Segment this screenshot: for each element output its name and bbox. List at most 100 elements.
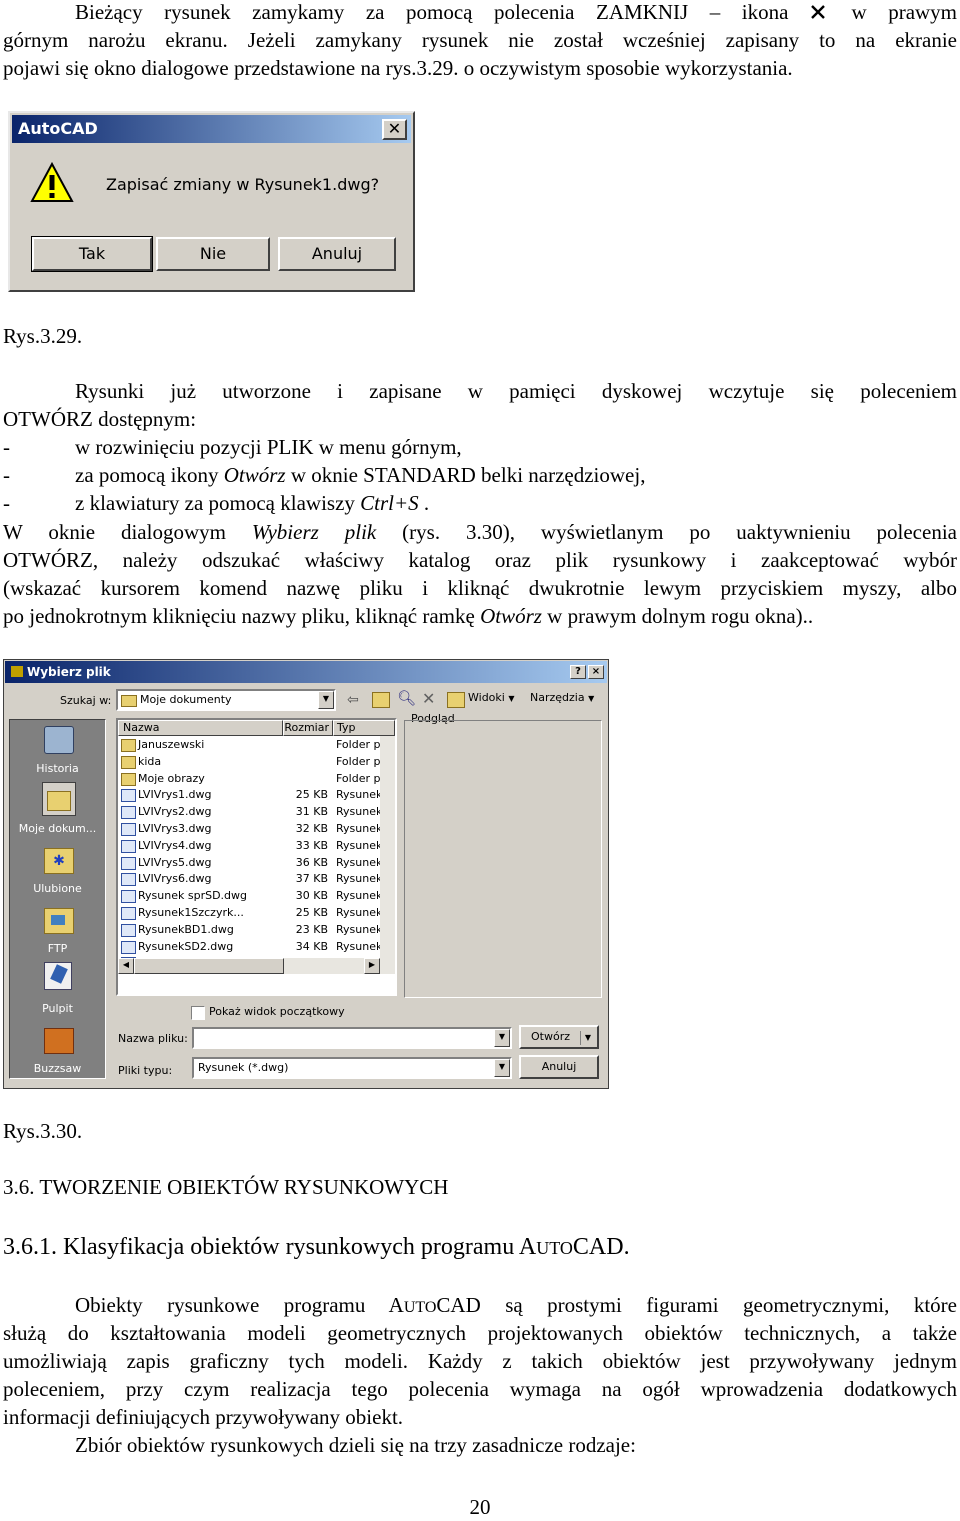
file-type: Rysunek	[336, 805, 380, 819]
dwg-file-icon	[121, 940, 136, 954]
para3-line1: W oknie dialogowym Wybierz plik (rys. 3.…	[3, 518, 957, 546]
file-row[interactable]: Moje obrazy Folder pl	[118, 771, 380, 787]
file-row[interactable]: LVIVrys3.dwg 32 KB Rysunek	[118, 821, 380, 837]
file-row[interactable]: Rysunek sprSD.dwg 30 KB Rysunek	[118, 888, 380, 904]
chevron-down-icon[interactable]: ▼	[580, 1031, 595, 1045]
bullet-italic: Otwórz	[223, 463, 286, 487]
place-history[interactable]: Historia	[10, 720, 105, 780]
close-button[interactable]: ✕	[382, 119, 407, 140]
place-ftp[interactable]: FTP	[10, 900, 105, 960]
bullet-text: z klawiatury za pomocą klawiszy	[75, 491, 361, 515]
delete-icon[interactable]: ✕	[422, 689, 435, 708]
save-message: Zapisać zmiany w Rysunek1.dwg?	[106, 175, 380, 194]
file-type: Rysunek	[336, 872, 380, 886]
close-button[interactable]: ×	[588, 665, 604, 679]
place-label: FTP	[47, 942, 68, 955]
filetype-select[interactable]: Rysunek (*.dwg) ▼	[192, 1057, 512, 1079]
file-type: Folder pl	[336, 754, 380, 768]
vertical-scrollbar[interactable]	[380, 736, 395, 958]
file-size: 33 KB	[295, 838, 328, 852]
caption-3-30: Rys.3.30.	[3, 1119, 83, 1143]
file-row[interactable]: RysunekSD2.dwg 34 KB Rysunek	[118, 939, 380, 955]
no-button[interactable]: Nie	[156, 237, 270, 271]
filename-input[interactable]: ▼	[192, 1027, 512, 1049]
file-row[interactable]: RysunekBD1.dwg 23 KB Rysunek	[118, 922, 380, 938]
chevron-down-icon[interactable]: ▼	[318, 691, 334, 709]
file-type: Rysunek	[336, 855, 380, 869]
back-icon[interactable]: ⇦	[347, 692, 359, 708]
heading-text: CAD.	[572, 1234, 630, 1260]
column-name[interactable]: Nazwa	[118, 720, 283, 736]
place-my-documents[interactable]: Moje dokum...	[10, 780, 105, 840]
search-web-icon[interactable]: 🔍︎	[397, 689, 416, 707]
text-span: Bieżący rysunek zamykamy za pomocą polec…	[75, 0, 789, 24]
lookin-combobox[interactable]: Moje dokumenty ▼	[116, 689, 336, 711]
bullet-3: -z klawiatury za pomocą klawiszy Ctrl+S …	[3, 489, 429, 517]
file-row[interactable]: LVIVrys4.dwg 33 KB Rysunek	[118, 838, 380, 854]
dash: -	[3, 463, 10, 487]
chevron-down-icon[interactable]: ▼	[494, 1029, 510, 1047]
file-name: Januszewski	[138, 738, 205, 751]
file-size: 25 KB	[295, 788, 328, 802]
new-folder-icon[interactable]	[447, 692, 465, 708]
views-label: Widoki	[468, 691, 505, 704]
filetype-label: Pliki typu:	[118, 1064, 173, 1077]
help-button[interactable]: ?	[570, 665, 586, 679]
column-size[interactable]: Rozmiar	[283, 720, 333, 736]
italic-span: Otwórz	[480, 604, 542, 628]
para4-line1: Obiekty rysunkowe programu AUTOCAD są pr…	[75, 1291, 957, 1322]
scroll-right-button[interactable]: ▶	[364, 958, 380, 974]
chevron-down-icon[interactable]: ▼	[494, 1059, 510, 1077]
file-row[interactable]: kida Folder pl	[118, 754, 380, 770]
file-row[interactable]: Rysunek1Szczyrk... 25 KB Rysunek	[118, 905, 380, 921]
favorites-icon: ✱	[44, 848, 74, 874]
show-initial-view-checkbox[interactable]	[191, 1006, 205, 1020]
open-dialog-title: Wybierz plik	[27, 665, 111, 679]
file-row[interactable]: LVIVrys1.dwg 25 KB Rysunek	[118, 787, 380, 803]
preview-panel	[404, 720, 602, 998]
para2-line1: Rysunki już utworzone i zapisane w pamię…	[75, 379, 957, 403]
column-type[interactable]: Typ	[333, 720, 395, 736]
place-desktop[interactable]: Pulpit	[10, 960, 105, 1020]
save-dialog: AutoCAD ✕ Zapisać zmiany w Rysunek1.dwg?…	[8, 111, 415, 292]
file-type: Rysunek	[336, 838, 380, 852]
text-span: W oknie dialogowym	[3, 520, 252, 544]
heading-text: 3.6.1. Klasyfikacja obiektów rysunkowych…	[3, 1234, 537, 1260]
file-row[interactable]: Januszewski Folder pl	[118, 737, 380, 753]
scroll-thumb[interactable]	[134, 958, 284, 974]
bullet-1: - w rozwinięciu pozycji PLIK w menu górny…	[3, 433, 462, 461]
views-menu[interactable]: Widoki ▼	[468, 691, 515, 704]
file-name: LVIVrys1.dwg	[138, 788, 212, 802]
file-size: 30 KB	[295, 889, 328, 903]
places-bar: Historia Moje dokum... ✱ Ulubione FTP Pu…	[9, 719, 106, 1079]
warning-icon	[30, 161, 74, 205]
cancel-button[interactable]: Anuluj	[519, 1055, 599, 1079]
close-icon: ✕	[387, 119, 402, 138]
file-row[interactable]: LVIVrys5.dwg 36 KB Rysunek	[118, 855, 380, 871]
file-type: Rysunek	[336, 906, 380, 919]
open-button[interactable]: Otwórz ▼	[519, 1025, 599, 1049]
yes-button[interactable]: Tak	[31, 236, 153, 272]
place-favorites[interactable]: ✱ Ulubione	[10, 840, 105, 900]
history-icon	[44, 726, 74, 754]
file-list[interactable]: Nazwa Rozmiar Typ Januszewski Folder pl ki…	[116, 718, 397, 996]
lookin-value: Moje dokumenty	[140, 693, 232, 706]
save-dialog-titlebar: AutoCAD	[12, 115, 411, 143]
up-folder-icon[interactable]	[372, 692, 390, 708]
scroll-left-button[interactable]: ◀	[118, 958, 134, 974]
tools-menu[interactable]: Narzędzia ▼	[530, 691, 594, 704]
file-row[interactable]: LVIVrys6.dwg 37 KB Rysunek	[118, 871, 380, 887]
filename-label: Nazwa pliku:	[118, 1032, 188, 1045]
dwg-file-icon	[121, 890, 136, 904]
file-row[interactable]: LVIVrys2.dwg 31 KB Rysunek	[118, 804, 380, 820]
place-buzzsaw[interactable]: Buzzsaw	[10, 1020, 105, 1080]
cancel-button[interactable]: Anuluj	[278, 237, 396, 271]
dwg-file-icon	[121, 923, 136, 937]
para4-line4: poleceniem, przy czym realizacja tego po…	[3, 1377, 957, 1401]
chevron-down-icon: ▼	[588, 694, 595, 703]
para4-line6: Zbiór obiektów rysunkowych dzieli się na…	[75, 1433, 636, 1457]
text-span: w prawym dolnym rogu okna)..	[541, 604, 814, 628]
horizontal-scrollbar[interactable]: ◀ ▶	[118, 958, 395, 974]
file-list-header: Nazwa Rozmiar Typ	[118, 720, 395, 736]
dwg-file-icon	[121, 789, 136, 803]
